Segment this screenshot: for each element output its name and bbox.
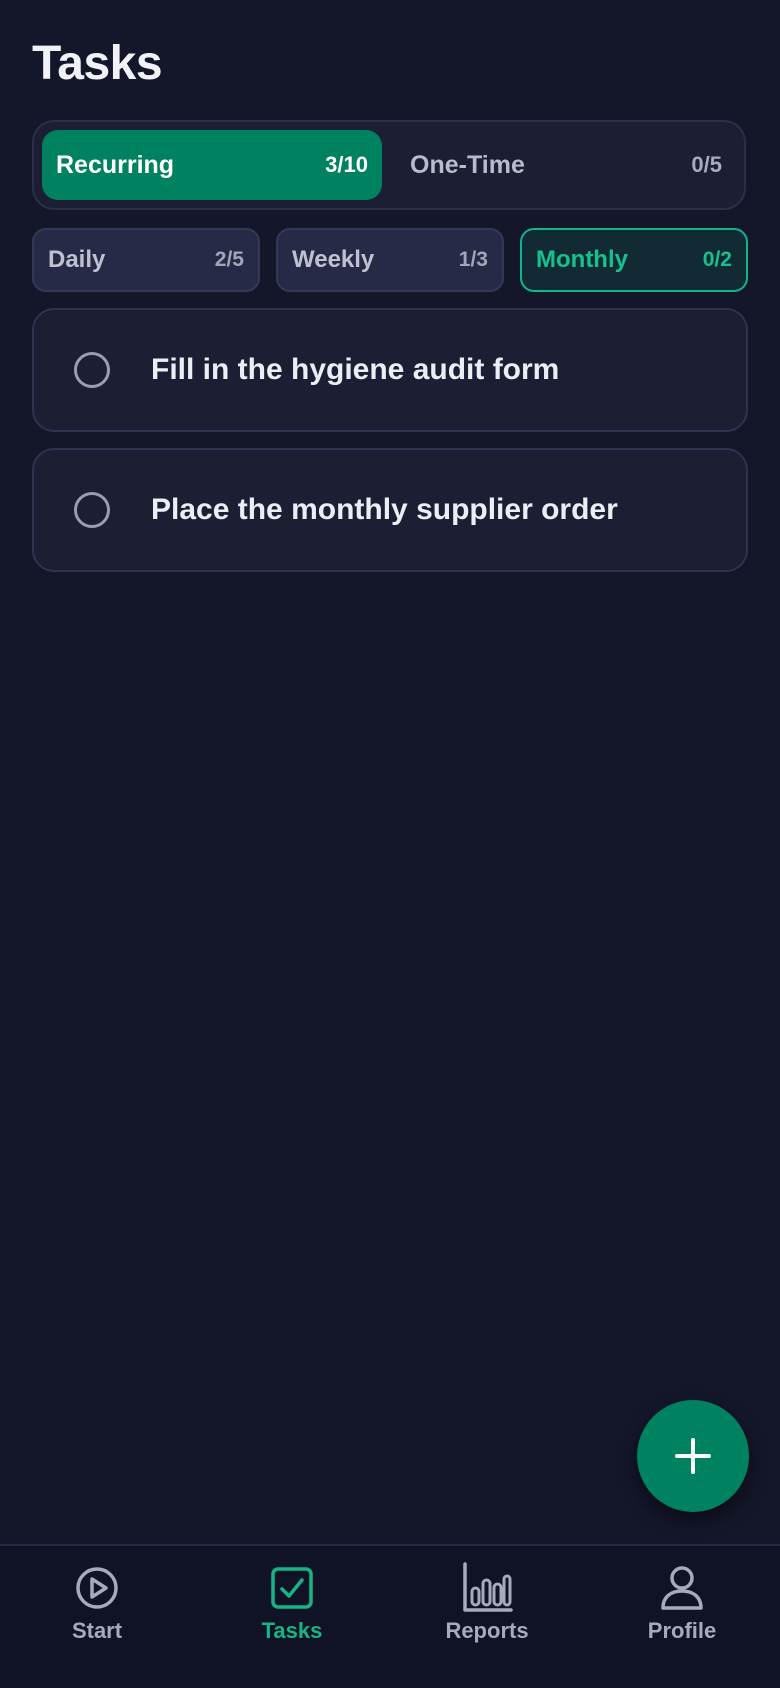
add-task-button[interactable] [637, 1400, 749, 1512]
nav-label-profile: Profile [647, 1618, 717, 1643]
segment-recurring-count: 3/10 [325, 152, 368, 177]
plus-icon [675, 1438, 711, 1474]
segment-one-time-label: One-Time [410, 150, 525, 179]
nav-item-reports[interactable]: Reports [407, 1562, 567, 1644]
user-icon [661, 1566, 703, 1610]
nav-item-tasks[interactable]: Tasks [212, 1562, 372, 1644]
frequency-filters: Daily 2/5 Weekly 1/3 Monthly 0/2 [32, 228, 748, 292]
nav-label-tasks: Tasks [261, 1618, 323, 1643]
task-list: Fill in the hygiene audit form Place the… [32, 308, 748, 588]
nav-label-reports: Reports [445, 1618, 529, 1643]
play-circle-icon [76, 1567, 118, 1609]
filter-weekly-label: Weekly [292, 246, 375, 273]
page-title: Tasks [32, 37, 163, 90]
segment-recurring-label: Recurring [56, 150, 175, 179]
segment-one-time-count: 0/5 [691, 152, 722, 177]
filter-daily[interactable]: Daily 2/5 [32, 228, 260, 292]
filter-monthly-count: 0/2 [702, 248, 732, 271]
filter-daily-label: Daily [48, 246, 106, 273]
segment-recurring[interactable]: Recurring 3/10 [42, 130, 382, 200]
nav-label-start: Start [71, 1618, 123, 1643]
filter-daily-count: 2/5 [214, 248, 244, 271]
task-checkbox[interactable] [74, 352, 110, 388]
filter-monthly-label: Monthly [536, 246, 628, 273]
checkbox-icon [271, 1567, 313, 1609]
task-title: Place the monthly supplier order [151, 493, 618, 526]
task-item[interactable]: Place the monthly supplier order [32, 448, 748, 572]
bar-chart-icon [463, 1562, 513, 1612]
task-checkbox[interactable] [74, 492, 110, 528]
nav-item-start[interactable]: Start [17, 1562, 177, 1644]
task-item[interactable]: Fill in the hygiene audit form [32, 308, 748, 432]
task-type-segmented-control: Recurring 3/10 One-Time 0/5 [32, 120, 746, 210]
nav-item-profile[interactable]: Profile [602, 1562, 762, 1644]
segment-one-time[interactable]: One-Time 0/5 [390, 130, 736, 200]
bottom-navigation: Start Tasks Reports Profile [0, 1544, 780, 1688]
filter-weekly[interactable]: Weekly 1/3 [276, 228, 504, 292]
task-title: Fill in the hygiene audit form [151, 353, 560, 386]
filter-weekly-count: 1/3 [458, 248, 488, 271]
filter-monthly[interactable]: Monthly 0/2 [520, 228, 748, 292]
